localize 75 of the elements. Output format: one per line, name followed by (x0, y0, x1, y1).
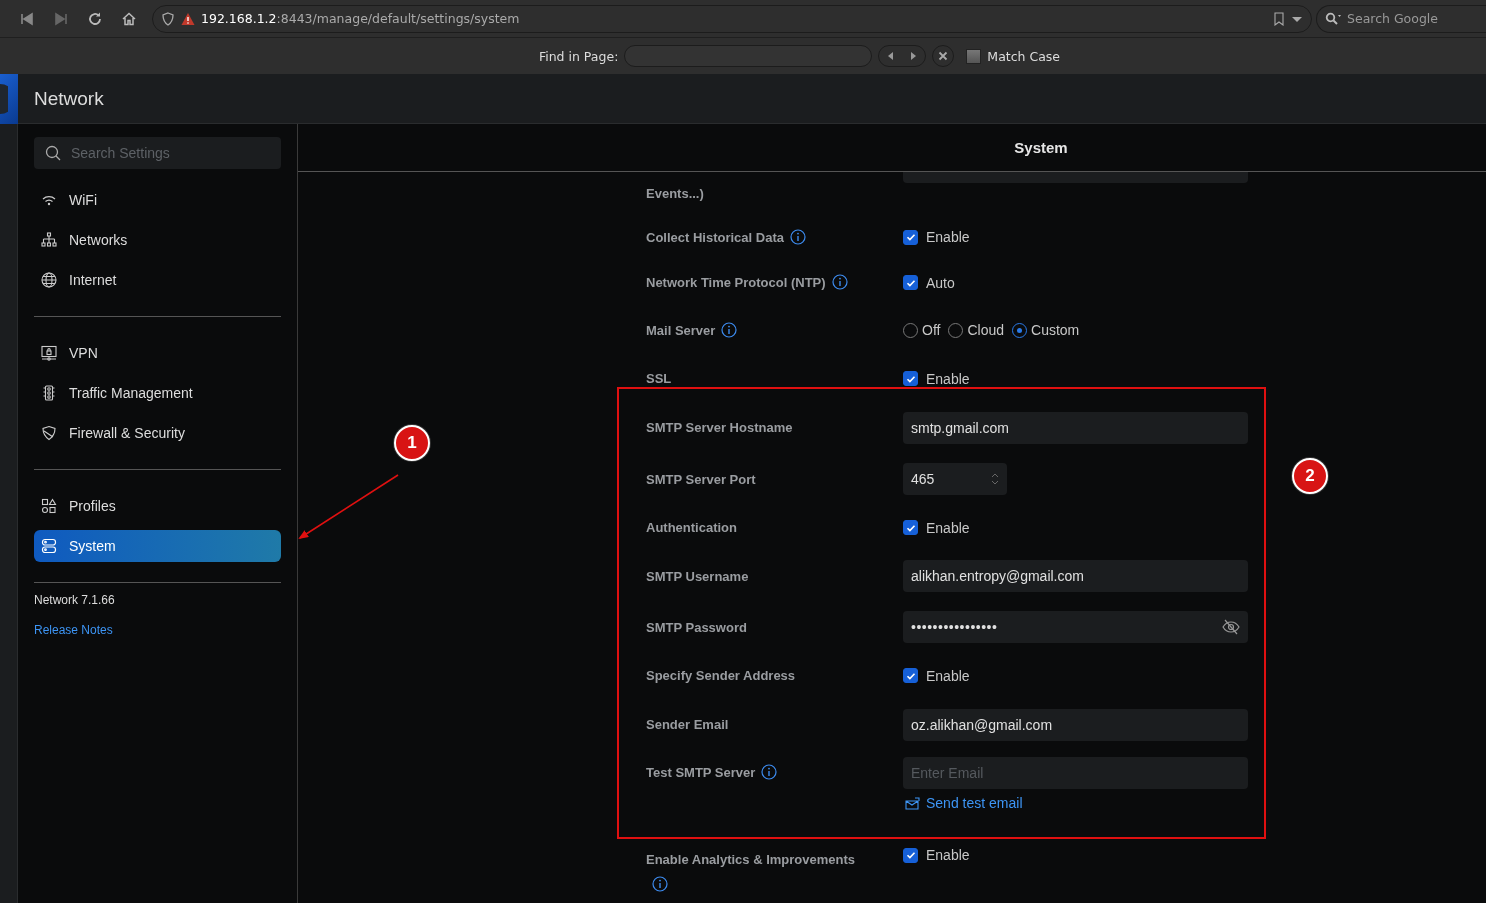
radio-label: Off (922, 322, 941, 338)
warning-icon (181, 11, 195, 26)
setting-label: SMTP Username (646, 567, 750, 586)
next-icon (910, 51, 918, 61)
find-label: Find in Page: (538, 48, 619, 64)
topology-icon (41, 232, 57, 248)
checkbox[interactable] (966, 48, 982, 64)
setting-label: Network Time Protocol (NTP) (646, 270, 874, 295)
previous-icon (887, 51, 895, 61)
sidebar-item[interactable]: VPN (34, 337, 281, 369)
setting-label: SMTP Password (646, 618, 748, 637)
traffic-light-icon (41, 385, 57, 401)
setting-label: Sender Email (646, 716, 730, 734)
shapes-icon (41, 498, 57, 514)
eye-slash-icon (1222, 618, 1240, 636)
search-icon (1325, 11, 1341, 26)
sidebar-item[interactable]: Profiles (34, 490, 281, 522)
input-field[interactable]: oz.alikhan@gmail.com (903, 708, 1248, 741)
release-notes-link[interactable]: Release Notes (34, 623, 113, 637)
radio-label: Cloud (967, 322, 1004, 338)
dropdown-icon (1291, 14, 1303, 23)
input-field[interactable] (903, 172, 1248, 183)
radio-label: Custom (1031, 322, 1080, 338)
globe-icon (41, 272, 57, 288)
sidebar-item[interactable]: Traffic Management (34, 377, 281, 409)
checkbox[interactable] (903, 847, 918, 863)
setting-label: SSL (646, 370, 673, 388)
setting-label: SMTP Server Port (646, 470, 757, 489)
checkbox[interactable] (903, 371, 918, 386)
sidebar-item[interactable]: Firewall & Security (34, 417, 281, 449)
bookmark-icon (1273, 11, 1285, 26)
sidebar-item[interactable]: Networks (34, 224, 281, 256)
setting-label: Authentication (646, 519, 738, 537)
checkbox[interactable] (903, 275, 918, 290)
setting-label: Enable Analytics & Improvements (646, 847, 874, 897)
setting-label: Test SMTP Server (646, 760, 874, 785)
checkbox-label: Enable (926, 667, 970, 684)
checkbox-label: Enable (926, 847, 970, 863)
first-page-icon (19, 10, 35, 27)
step-number: 1 (394, 425, 430, 461)
version-text: Network 7.1.66 (34, 593, 116, 607)
close-icon (938, 51, 949, 61)
monitor-lock-icon (41, 345, 57, 361)
setting-label: Events...) (646, 185, 705, 203)
checkbox[interactable] (903, 668, 918, 683)
input-field[interactable]: alikhan.entropy@gmail.com (903, 560, 1248, 592)
last-page-icon (53, 10, 69, 27)
sidebar-item[interactable]: System (34, 530, 281, 562)
shield-icon (41, 425, 57, 441)
checkbox[interactable] (903, 520, 918, 535)
send-test-email-link[interactable]: Send test email (905, 795, 1023, 811)
checkbox[interactable] (903, 229, 918, 245)
checkbox-label: Enable (926, 519, 970, 536)
password-field[interactable]: •••••••••••••••• (903, 611, 1248, 643)
setting-label: Collect Historical Data (646, 224, 874, 250)
match-case-label: Match Case (987, 48, 1061, 64)
checkbox-label: Enable (926, 229, 970, 245)
number-field[interactable]: 465 (903, 463, 1007, 495)
home-icon (121, 10, 137, 27)
checkbox-label: Auto (926, 274, 955, 291)
app-title: Network (34, 87, 104, 110)
setting-label: Specify Sender Address (646, 667, 797, 685)
input-field[interactable]: smtp.gmail.com (903, 411, 1248, 444)
reload-icon (87, 10, 103, 27)
envelope-icon (905, 796, 920, 810)
step-number: 2 (1292, 458, 1328, 494)
sidebar-item[interactable]: WiFi (34, 184, 281, 216)
search-icon (45, 145, 61, 161)
setting-label: Mail Server (646, 317, 874, 343)
sidebar-item[interactable]: Internet (34, 264, 281, 296)
setting-label: SMTP Server Hostname (646, 419, 794, 437)
server-icon (41, 538, 57, 554)
stepper-icon (991, 473, 999, 485)
shield-icon (161, 11, 175, 26)
checkbox-label: Enable (926, 370, 970, 387)
